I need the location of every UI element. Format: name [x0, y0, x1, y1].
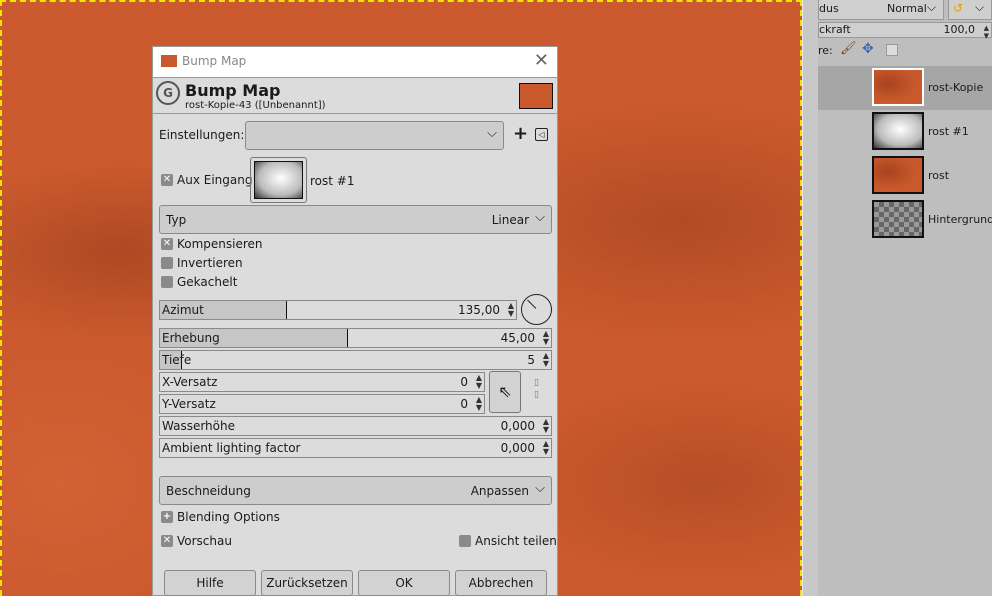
canvas-scrollbar[interactable] — [802, 0, 818, 596]
layer-thumbnail — [872, 156, 924, 194]
lock-alpha-icon[interactable] — [886, 44, 898, 56]
chevron-down-icon: ⌵ — [487, 126, 497, 141]
chevron-down-icon: ⌵ — [535, 481, 545, 496]
y-offset-field[interactable]: Y-Versatz 0 ▲ ▼ — [159, 394, 485, 414]
layer-thumbnail — [872, 68, 924, 106]
depth-slider[interactable]: Tiefe 5 ▲ ▼ — [159, 350, 552, 370]
mode-select[interactable]: dus Normal ⌵ — [818, 0, 944, 20]
expand-icon: + — [161, 511, 173, 523]
invert-checkbox[interactable]: Invertieren — [161, 256, 243, 270]
layer-preview-thumbnail — [519, 83, 553, 109]
lock-position-icon[interactable]: ✥ — [862, 41, 874, 57]
reset-button[interactable]: Zurücksetzen — [261, 570, 353, 596]
layer-thumbnail — [872, 112, 924, 150]
opacity-field[interactable]: ckraft 100,0 ▲ ▼ — [818, 22, 992, 40]
tiled-checkbox[interactable]: Gekachelt — [161, 275, 237, 289]
preview-checkbox[interactable]: ✕ Vorschau — [161, 534, 232, 548]
water-level-field[interactable]: Wasserhöhe 0,000 ▲ ▼ — [159, 416, 552, 436]
close-icon[interactable]: ✕ — [534, 50, 549, 71]
ok-button[interactable]: OK — [358, 570, 450, 596]
layer-row[interactable]: Hintergrund — [818, 198, 992, 242]
settings-combo[interactable]: ⌵ — [245, 121, 504, 150]
clipping-combo[interactable]: Beschneidung Anpassen ⌵ — [159, 476, 552, 505]
compensate-checkbox[interactable]: ✕ Kompensieren — [161, 237, 263, 251]
x-offset-field[interactable]: X-Versatz 0 ▲ ▼ — [159, 372, 485, 392]
add-preset-icon[interactable]: + — [513, 123, 528, 144]
spin-icon[interactable]: ▲ ▼ — [984, 24, 989, 40]
azimuth-dial[interactable] — [521, 294, 552, 325]
dialog-header: G Bump Map rost-Kopie-43 ([Unbenannt]) — [153, 77, 557, 114]
aux-layer-picker[interactable] — [250, 157, 307, 203]
layer-thumbnail — [872, 200, 924, 238]
chevron-down-icon: ⌵ — [975, 0, 985, 14]
chain-link-icon[interactable]: ▯ ▯ — [534, 377, 539, 401]
reset-mode-icon: ↺ — [953, 1, 964, 15]
chevron-down-icon: ⌵ — [927, 0, 937, 14]
chevron-down-icon: ⌵ — [535, 210, 545, 225]
pick-coordinates-button[interactable]: ⇖ — [489, 371, 521, 413]
split-view-checkbox[interactable]: Ansicht teilen — [459, 534, 557, 548]
gimp-gegl-icon: G — [156, 81, 180, 105]
title-bar: Bump Map ✕ — [153, 47, 557, 77]
layer-row[interactable]: rost-Kopie — [818, 66, 992, 110]
layers-panel: dus Normal ⌵ ↺ ⌵ ckraft 100,0 ▲ ▼ re: 🖌 ✥… — [818, 0, 992, 596]
bump-map-dialog: Bump Map ✕ G Bump Map rost-Kopie-43 ([Un… — [152, 46, 558, 596]
help-button[interactable]: Hilfe — [164, 570, 256, 596]
composite-mode-button[interactable]: ↺ ⌵ — [948, 0, 992, 20]
elevation-slider[interactable]: Erhebung 45,00 ▲ ▼ — [159, 328, 552, 348]
blending-options-expander[interactable]: + Blending Options — [161, 510, 280, 524]
pointer-icon: ⇖ — [498, 382, 512, 401]
app-icon — [161, 55, 177, 67]
layer-row[interactable]: rost #1 — [818, 110, 992, 154]
cancel-button[interactable]: Abbrechen — [455, 570, 547, 596]
ambient-field[interactable]: Ambient lighting factor 0,000 ▲ ▼ — [159, 438, 552, 458]
aux-input-checkbox[interactable]: ✕ Aux Eingang — [161, 173, 252, 187]
type-combo[interactable]: Typ Linear ⌵ — [159, 205, 552, 234]
layer-row[interactable]: rost — [818, 154, 992, 198]
lock-paint-icon[interactable]: 🖌 — [840, 41, 857, 56]
preset-menu-icon[interactable]: ◁ — [535, 128, 548, 141]
azimuth-slider[interactable]: Azimut 135,00 ▲ ▼ — [159, 300, 517, 320]
